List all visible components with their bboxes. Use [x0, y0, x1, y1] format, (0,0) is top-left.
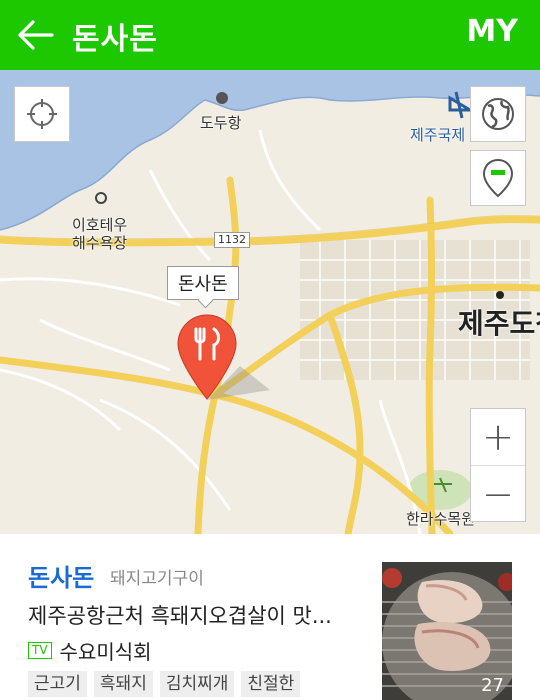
globe-icon [482, 98, 514, 130]
tag-item[interactable]: 흑돼지 [93, 671, 153, 697]
place-name[interactable]: 돈사돈 [28, 558, 94, 593]
zoom-out-button[interactable]: − [471, 466, 525, 522]
map-label-jeju-airport: 제주국제 [410, 126, 466, 144]
zoom-control: + − [470, 408, 526, 522]
back-arrow-icon[interactable] [16, 18, 56, 52]
map-label-dodu-port: 도두항 [200, 114, 242, 132]
tag-item[interactable]: 근고기 [28, 671, 87, 697]
tv-show: 수요미식회 [59, 640, 152, 664]
tv-row: TV 수요미식회 [28, 636, 152, 665]
my-button[interactable]: MY [466, 14, 518, 49]
marker-label[interactable]: 돈사돈 [167, 266, 239, 300]
map-type-button[interactable] [470, 86, 526, 142]
map-label-halla-arboretum: 한라수목원 [406, 510, 476, 528]
place-category: 돼지고기구이 [110, 569, 204, 589]
place-description: 제주공항근처 흑돼지오겹살이 맛... [28, 604, 332, 628]
tag-list: 근고기 흑돼지 김치찌개 친절한 [28, 671, 307, 697]
road-number-badge: 1132 [214, 232, 250, 248]
tag-item[interactable]: 김치찌개 [159, 671, 235, 697]
tv-badge: TV [28, 642, 52, 659]
pin-icon [482, 158, 514, 198]
photo-count: 27 [481, 675, 504, 696]
place-photo[interactable]: 27 [382, 562, 512, 700]
map-label-ihotewoo-2: 해수욕장 [72, 234, 128, 252]
page-title: 돈사돈 [72, 22, 158, 57]
map-view[interactable]: 도두항 제주국제 이호테우 해수욕장 1132 제주도청 한라수목원 돈사돈 +… [0, 70, 540, 534]
zoom-in-button[interactable]: + [471, 409, 525, 465]
map-label-jeju-city: 제주도청 [458, 307, 540, 340]
current-location-button[interactable] [14, 86, 70, 142]
tag-item[interactable]: 친절한 [241, 671, 301, 697]
place-card[interactable]: 돈사돈 돼지고기구이 제주공항근처 흑돼지오겹살이 맛... TV 수요미식회 … [0, 534, 540, 700]
app-header: 돈사돈 MY [0, 0, 540, 70]
directions-button[interactable] [470, 150, 526, 206]
crosshair-icon [27, 99, 57, 129]
